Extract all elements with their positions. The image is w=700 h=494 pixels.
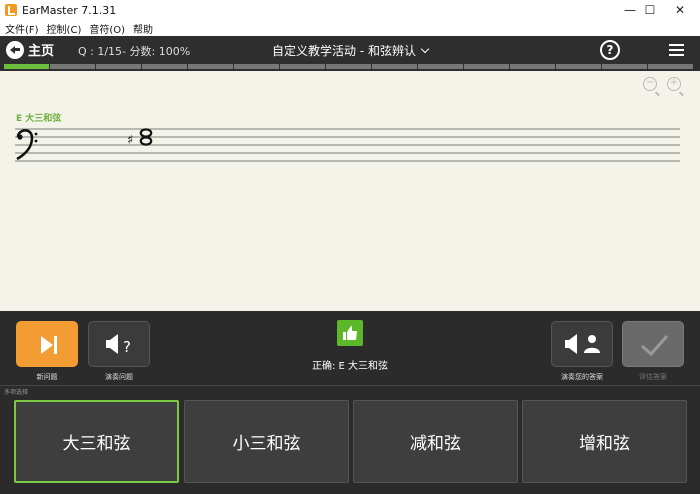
play-your-answer-label: 演奏您的答案 — [561, 373, 603, 381]
progress-segment — [418, 64, 463, 69]
earmaster-window: EarMaster 7.1.31 — ☐ ✕ 文件(F) 控制(C) 音符(O)… — [0, 0, 700, 494]
evaluate-answer-label: 评估答案 — [639, 373, 667, 381]
answer-augmented-chord[interactable]: 增和弦 — [522, 400, 687, 483]
menu-control[interactable]: 控制(C) — [47, 21, 82, 36]
chevron-down-icon — [420, 44, 430, 54]
menu-bar: 文件(F) 控制(C) 音符(O) 帮助 — [0, 20, 700, 36]
new-question-label: 新问题 — [36, 373, 58, 381]
progress-segment — [464, 64, 509, 69]
question-progress-bar — [0, 64, 700, 71]
speaker-person-icon — [565, 334, 600, 354]
earmaster-app-icon — [5, 4, 17, 16]
window-title: EarMaster 7.1.31 — [22, 3, 117, 17]
progress-segment — [602, 64, 647, 69]
play-your-answer-button[interactable] — [551, 321, 613, 367]
progress-segment — [50, 64, 95, 69]
menu-notes[interactable]: 音符(O) — [89, 21, 125, 36]
help-icon[interactable]: ? — [600, 40, 620, 60]
menu-help[interactable]: 帮助 — [133, 21, 153, 36]
sharp-accidental: ♯ — [127, 133, 133, 148]
progress-segment — [142, 64, 187, 69]
progress-segment — [648, 64, 693, 69]
activity-title[interactable]: 自定义教学活动 - 和弦辨认 — [0, 42, 700, 59]
progress-segment — [510, 64, 555, 69]
evaluate-answer-button[interactable] — [622, 321, 684, 367]
answer-diminished-chord[interactable]: 减和弦 — [353, 400, 518, 483]
title-bar: EarMaster 7.1.31 — ☐ ✕ — [0, 0, 700, 20]
activity-title-text: 自定义教学活动 - 和弦辨认 — [272, 44, 416, 58]
hamburger-menu-icon[interactable] — [669, 44, 684, 59]
top-toolbar: 主页 Q : 1/15- 分数: 100% 自定义教学活动 - 和弦辨认 ? — [0, 36, 700, 64]
bass-staff: ♯ — [15, 128, 680, 162]
zoom-in-icon[interactable]: + — [667, 77, 681, 91]
chord-label: E 大三和弦 — [16, 114, 62, 124]
answer-major-chord[interactable]: 大三和弦 — [14, 400, 179, 483]
panel-divider — [0, 385, 700, 386]
thumbs-up-icon — [337, 320, 363, 346]
progress-segment — [234, 64, 279, 69]
multiple-choice-label: 多项选择 — [4, 389, 29, 396]
progress-segment — [372, 64, 417, 69]
checkmark-icon — [641, 335, 669, 357]
zoom-out-icon[interactable]: − — [643, 77, 657, 91]
progress-segment — [280, 64, 325, 69]
close-button[interactable]: ✕ — [660, 0, 700, 20]
svg-text:?: ? — [123, 338, 131, 356]
progress-segment — [326, 64, 371, 69]
progress-segment — [556, 64, 601, 69]
control-panel: 新问题 ? 演奏问题 正确: E 大三和弦 演奏您的答案 评估答案 多项选择 大… — [0, 311, 700, 494]
menu-file[interactable]: 文件(F) — [5, 21, 39, 36]
progress-segment — [96, 64, 141, 69]
score-area: − + E 大三和弦 ♯ — [0, 71, 700, 311]
progress-segment — [188, 64, 233, 69]
play-question-label: 演奏问题 — [105, 373, 133, 381]
progress-segment — [4, 64, 49, 69]
answer-minor-chord[interactable]: 小三和弦 — [184, 400, 349, 483]
